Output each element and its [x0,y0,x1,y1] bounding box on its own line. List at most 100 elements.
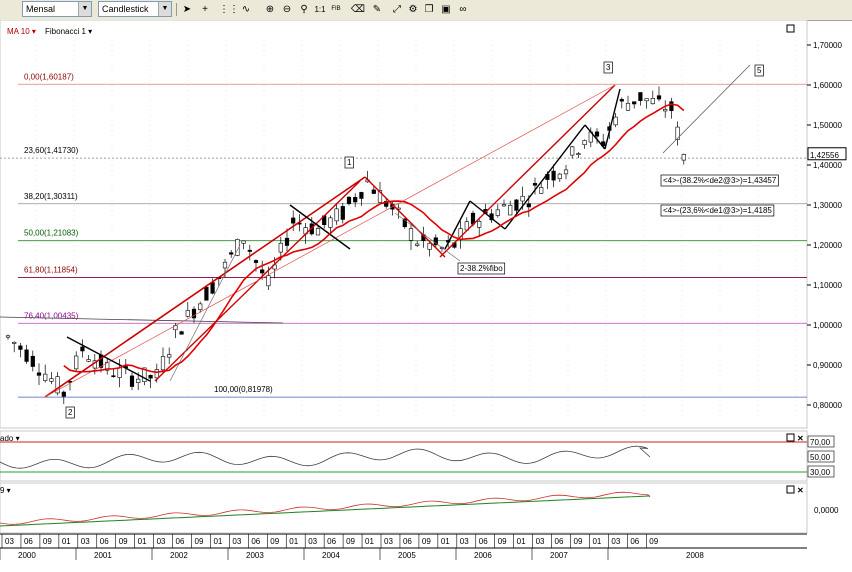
candle-body [12,341,17,344]
month-label: 09 [270,537,279,546]
candle-body [185,310,190,317]
candle-body [61,391,66,397]
candle-body [526,203,531,208]
settings-icon[interactable]: ⚙ [405,2,421,17]
candle-body [117,367,122,378]
fib-level-label: 61,80(1,11854) [24,266,78,275]
link-icon[interactable]: ∞ [455,2,471,17]
crosshair-icon[interactable]: + [197,2,213,17]
month-label: 06 [24,537,33,546]
charting-app: Mensal ▼ Candlestick ▼ ➤ + ⋮⋮ ∿ ⊕ ⊖ ⚲ 1:1 … [0,0,852,572]
current-price-label: 1,42556 [810,151,839,160]
period-select[interactable]: Mensal ▼ [22,1,92,17]
candle-body [669,101,674,112]
edit-icon[interactable]: ✎ [369,2,385,17]
candle-body [415,243,420,246]
toolbar-separator [176,3,177,16]
month-label: 03 [5,537,14,546]
month-label: 01 [441,537,450,546]
month-label: 01 [592,537,601,546]
month-label: 09 [119,537,128,546]
period-value: Mensal [26,4,56,14]
month-label: 09 [195,537,204,546]
candle-body [663,108,668,112]
price-pane: MA 10 ▾ Fibonacci 1 ▾ 0,00(1,60187) 23,60… [0,20,808,429]
year-label: 2002 [170,551,188,560]
ma-indicator-label[interactable]: MA 10 ▾ [7,27,36,36]
month-label: 03 [384,537,393,546]
macd-tick-label: 0,0000 [814,506,839,515]
zoom-in-icon[interactable]: ⊕ [262,2,278,17]
candle-body [427,242,432,250]
right-axis-area [807,20,852,572]
month-label: 01 [365,537,374,546]
target-label: <4>-(23,6%<de1@3>)=1,4185 [663,206,772,215]
candle-body [371,189,376,194]
month-label: 06 [630,537,639,546]
candle-body [644,98,649,102]
month-label: 06 [251,537,260,546]
line-draw-icon[interactable]: ∿ [238,2,254,17]
month-label: 06 [176,537,185,546]
year-label: 2000 [18,551,36,560]
candle-body [167,354,172,358]
month-label: 03 [460,537,469,546]
search-icon[interactable]: ⚲ [296,2,312,17]
month-label: 03 [308,537,317,546]
fibonacci-tool-button[interactable]: FIB [328,2,344,17]
month-label: 09 [649,537,658,546]
candle-body [650,98,655,105]
fibo-note: 2-38.2%fibo [460,264,503,273]
close-icon[interactable]: ✕ [797,486,804,495]
fibonacci-indicator-label[interactable]: Fibonacci 1 ▾ [45,27,92,36]
price-tick-label: 1,50000 [813,121,842,130]
candle-body [495,209,500,216]
wave-label-3: 3 [606,63,611,72]
chart-type-select[interactable]: Candlestick ▼ [98,1,172,17]
zoom-out-icon[interactable]: ⊖ [279,2,295,17]
candle-body [160,356,166,371]
candle-body [594,131,600,137]
rsi-axis: 70,00 50,00 30,00 [807,435,835,478]
candle-body [656,95,662,100]
month-label: 01 [517,537,526,546]
candle-body [154,369,159,379]
candle-body [570,146,575,156]
year-label: 2003 [246,551,264,560]
chevron-down-icon[interactable]: ▼ [78,2,91,16]
rsi-tick-label: 30,00 [810,468,831,477]
price-axis: 1,70000 1,60000 1,50000 1,40000 1,30000 1,200… [807,41,847,410]
macd-title[interactable]: 9 ▾ [0,486,11,495]
zoom-1-1-button[interactable]: 1:1 [312,2,328,17]
candle-body [514,199,519,211]
month-label: 06 [555,537,564,546]
wave-tool-icon[interactable]: ⤢ [389,2,405,17]
candle-body [136,378,141,383]
time-axis: 03 06 09 01 03 06 09 01 03 06 09 01 03 06 09 01 03 06 09 01… [0,533,807,572]
fib-level-label: 23,60(1,41730) [24,146,79,155]
candle-body [291,217,296,224]
year-label: 2007 [550,551,568,560]
candle-body [477,220,482,228]
candle-body [284,237,290,246]
chevron-down-icon[interactable]: ▼ [158,2,171,16]
save-icon[interactable]: ▣ [438,2,454,17]
grid-dots-icon[interactable]: ⋮⋮ [219,2,239,17]
cursor-arrow-icon[interactable]: ➤ [179,2,195,17]
candle-body [632,101,637,105]
candle-body [340,206,345,220]
candle-body [315,228,321,236]
candle-body [74,355,79,370]
month-label: 09 [346,537,355,546]
candle-body [625,102,631,111]
month-label: 09 [574,537,583,546]
month-label: 01 [213,537,222,546]
copy-icon[interactable]: ❐ [421,2,437,17]
candle-body [576,153,581,155]
eraser-icon[interactable]: ⌫ [350,2,366,17]
month-label: 03 [611,537,620,546]
fib-level-label: 0,00(1,60187) [24,72,74,81]
chart-canvas: MA 10 ▾ Fibonacci 1 ▾ 0,00(1,60187) 23,60… [0,20,852,572]
candle-body [148,374,153,379]
candle-body [260,269,265,274]
